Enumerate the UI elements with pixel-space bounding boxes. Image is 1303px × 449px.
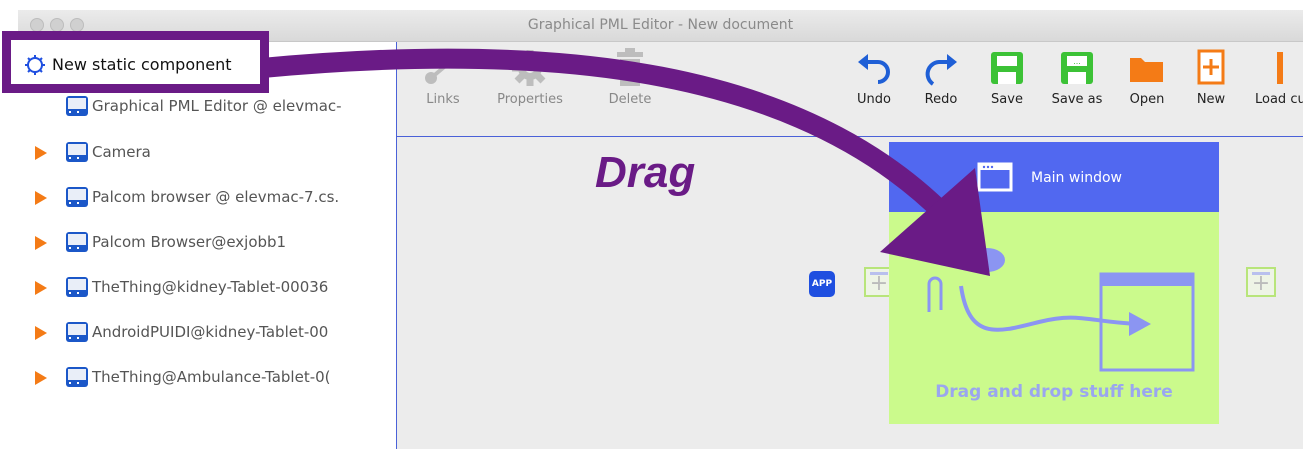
drag-annotation-label: Drag	[595, 148, 696, 197]
new-static-component-label[interactable]: New static component	[52, 55, 232, 74]
gear-icon	[25, 55, 45, 75]
